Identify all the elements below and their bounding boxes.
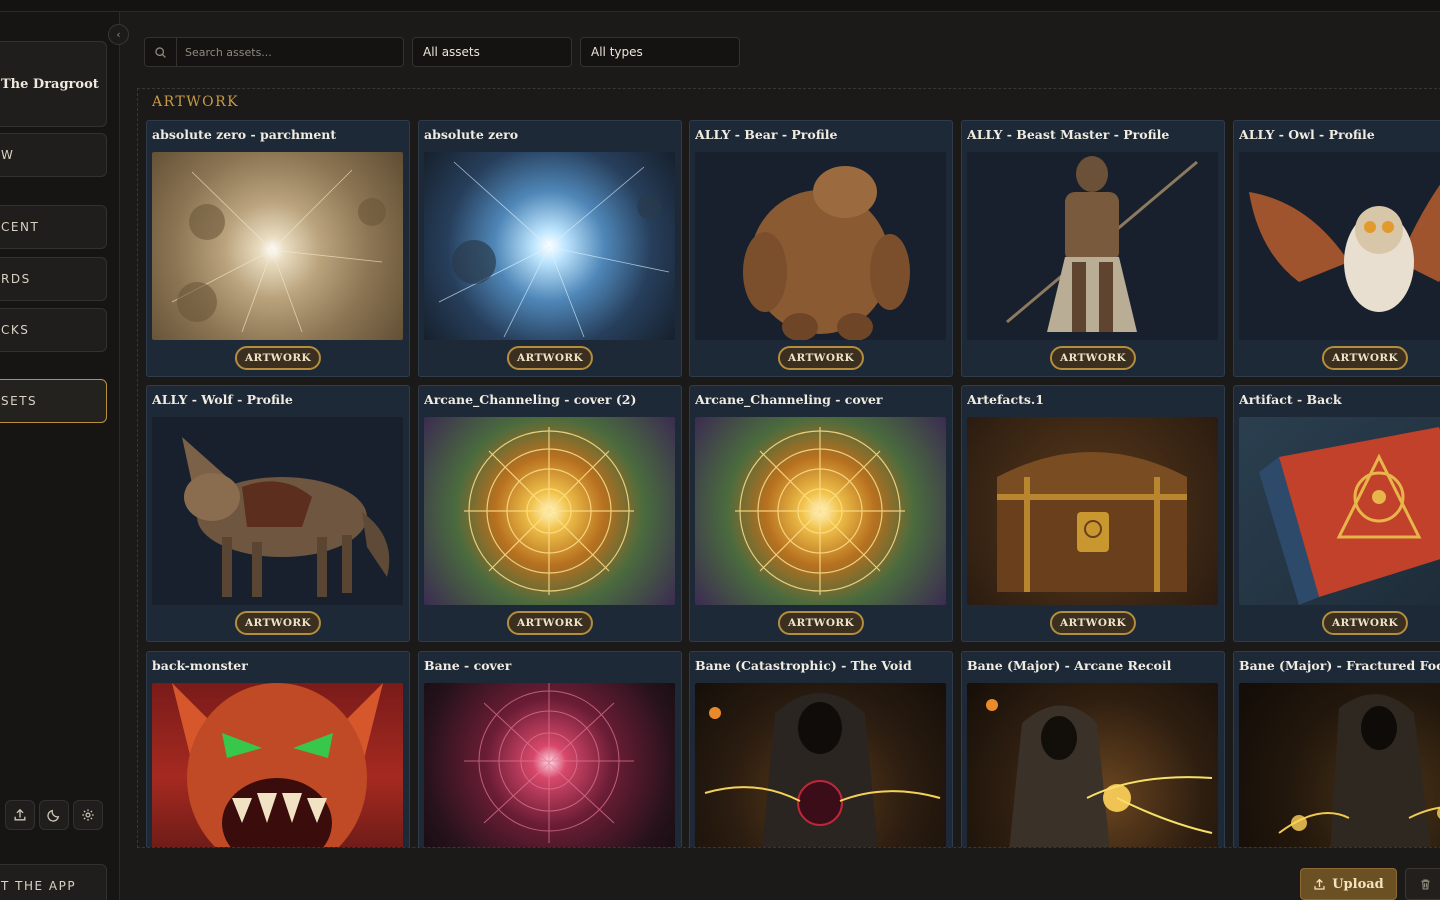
asset-card[interactable]: Artefacts.1 ARTWORK (961, 385, 1225, 642)
asset-card[interactable]: ALLY - Wolf - Profile ARTWORK (146, 385, 410, 642)
search-input[interactable] (177, 45, 403, 59)
delete-button[interactable] (1405, 868, 1440, 900)
asset-thumbnail (967, 683, 1218, 847)
asset-thumbnail (424, 683, 675, 847)
asset-type-badge: ARTWORK (777, 611, 865, 635)
moon-icon (47, 809, 60, 822)
about-app-label: T THE APP (1, 879, 77, 893)
asset-thumbnail (424, 417, 675, 605)
export-button[interactable] (5, 800, 35, 830)
sidebar-item-overview[interactable]: W (0, 133, 107, 177)
asset-thumbnail (1239, 683, 1440, 847)
sidebar-item-recent[interactable]: CENT (0, 205, 107, 249)
asset-card[interactable]: ALLY - Owl - Profile ARTWORK (1233, 120, 1440, 377)
sidebar-item-label: CKS (1, 323, 30, 337)
collapse-sidebar-button[interactable]: ‹ (108, 24, 129, 45)
asset-thumbnail (695, 152, 946, 340)
chevron-left-icon: ‹ (116, 28, 121, 41)
asset-title: Bane - cover (424, 658, 512, 673)
asset-thumbnail (152, 683, 403, 847)
upload-button[interactable]: Upload (1300, 868, 1397, 900)
upload-icon (1314, 878, 1325, 890)
sidebar-item-label: W (1, 148, 15, 162)
asset-thumbnail (1239, 152, 1440, 340)
asset-type-badge: ARTWORK (234, 346, 322, 370)
asset-title: absolute zero - parchment (152, 127, 337, 142)
upload-icon (14, 808, 26, 821)
sidebar: The Dragroot W CENT RDS CKS SETS T THE A… (0, 12, 120, 900)
sidebar-item-decks[interactable]: CKS (0, 308, 107, 352)
asset-card[interactable]: absolute zero - parchment ARTWORK (146, 120, 410, 377)
top-bar (0, 0, 1440, 12)
asset-title: Artifact - Back (1239, 392, 1342, 407)
asset-title: Artefacts.1 (967, 392, 1044, 407)
section-title: ARTWORK (152, 94, 240, 110)
asset-card[interactable]: Bane (Major) - Fractured Focus (1233, 651, 1440, 847)
asset-type-badge: ARTWORK (1049, 346, 1137, 370)
sidebar-utility-icons (5, 800, 103, 830)
asset-card[interactable]: absolute zero ARTWORK (418, 120, 682, 377)
asset-card[interactable]: Bane - cover (418, 651, 682, 847)
asset-card[interactable]: Arcane_Channeling - cover (2) ARTWORK (418, 385, 682, 642)
asset-title: Bane (Major) - Arcane Recoil (967, 658, 1172, 673)
asset-thumbnail (967, 152, 1218, 340)
asset-type-badge: ARTWORK (506, 611, 594, 635)
gear-icon (82, 809, 94, 821)
asset-type-badge: ARTWORK (1321, 346, 1409, 370)
asset-card[interactable]: Arcane_Channeling - cover ARTWORK (689, 385, 953, 642)
asset-card[interactable]: Artifact - Back ARTWORK (1233, 385, 1440, 642)
asset-title: ALLY - Wolf - Profile (152, 392, 293, 407)
asset-title: Arcane_Channeling - cover (2) (424, 392, 637, 407)
asset-title: ALLY - Owl - Profile (1239, 127, 1375, 142)
sidebar-item-label: CENT (1, 220, 40, 234)
asset-title: Arcane_Channeling - cover (695, 392, 883, 407)
asset-type-badge: ARTWORK (777, 346, 865, 370)
asset-card[interactable]: back-monster (146, 651, 410, 847)
asset-card[interactable]: ALLY - Bear - Profile ARTWORK (689, 120, 953, 377)
scope-select[interactable]: All assets (412, 37, 572, 67)
asset-type-badge: ARTWORK (1049, 611, 1137, 635)
asset-title: ALLY - Bear - Profile (695, 127, 838, 142)
asset-card[interactable]: Bane (Catastrophic) - The Void (689, 651, 953, 847)
asset-thumbnail (152, 152, 403, 340)
about-app-button[interactable]: T THE APP (0, 864, 107, 900)
asset-type-badge: ARTWORK (1321, 611, 1409, 635)
asset-panel: ARTWORK absolute zero - parchment ARTWOR… (137, 88, 1440, 848)
sidebar-nav-clip: The Dragroot W CENT RDS CKS SETS T THE A… (0, 12, 120, 900)
asset-thumbnail (152, 417, 403, 605)
asset-title: Bane (Catastrophic) - The Void (695, 658, 912, 673)
asset-title: Bane (Major) - Fractured Focus (1239, 658, 1440, 673)
theme-toggle-button[interactable] (39, 800, 69, 830)
trash-icon (1420, 878, 1430, 890)
asset-title: absolute zero (424, 127, 519, 142)
asset-type-badge: ARTWORK (506, 346, 594, 370)
campaign-selector[interactable]: The Dragroot (0, 41, 107, 127)
asset-thumbnail (967, 417, 1218, 605)
asset-title: ALLY - Beast Master - Profile (967, 127, 1170, 142)
asset-thumbnail (695, 683, 946, 847)
upload-label: Upload (1332, 876, 1384, 892)
asset-card[interactable]: ALLY - Beast Master - Profile ARTWORK (961, 120, 1225, 377)
sidebar-item-assets[interactable]: SETS (0, 379, 107, 423)
search-icon (145, 38, 177, 66)
settings-button[interactable] (73, 800, 103, 830)
asset-thumbnail (1239, 417, 1440, 605)
sidebar-item-label: SETS (1, 394, 38, 408)
asset-thumbnail (695, 417, 946, 605)
sidebar-item-label: RDS (1, 272, 31, 286)
asset-title: back-monster (152, 658, 248, 673)
campaign-name: The Dragroot (1, 76, 99, 92)
asset-card[interactable]: Bane (Major) - Arcane Recoil (961, 651, 1225, 847)
asset-type-badge: ARTWORK (234, 611, 322, 635)
asset-thumbnail (424, 152, 675, 340)
type-select[interactable]: All types (580, 37, 740, 67)
sidebar-item-cards[interactable]: RDS (0, 257, 107, 301)
search-box (144, 37, 404, 67)
asset-filters: All assets All types (144, 37, 740, 67)
footer-actions: Upload (1300, 868, 1440, 900)
